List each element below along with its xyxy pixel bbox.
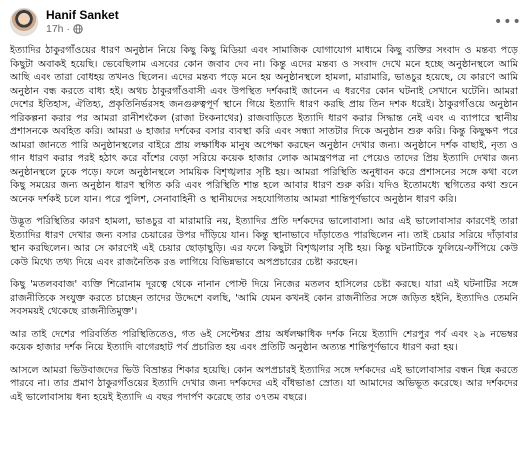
avatar[interactable] [10, 8, 38, 36]
post-paragraph-4: আর তাই দেশের পরিবর্তিত পরিস্থিতিতেও, গত … [10, 328, 518, 354]
facebook-post: Hanif Sanket 17h · ••• ইত্যাদির ঠাকুরগাঁ… [0, 0, 528, 461]
post-paragraph-2: উদ্ভূত পরিস্থিতির কারণ হামলা, ভাঙচুর বা … [10, 216, 518, 268]
time-row: 17h · [46, 23, 119, 35]
meta-separator: · [66, 22, 71, 35]
post-meta: Hanif Sanket 17h · [46, 8, 119, 35]
post-header: Hanif Sanket 17h · ••• [10, 6, 521, 38]
post-paragraph-3: কিছু 'মতলববাজ' ব্যক্তি শিরোনাম দূরত্বে থ… [10, 279, 518, 317]
post-paragraph-1: ইত্যাদির ঠাকুরগাঁওয়ের ধারণ অনুষ্ঠান নিয… [10, 45, 518, 205]
post-paragraph-5: আসলে আমরা ভিউবাজদের ভিউ বিভ্রান্তর শিকার… [10, 364, 518, 403]
globe-icon [73, 24, 83, 34]
post-body: ইত্যাদির ঠাকুরগাঁওয়ের ধারণ অনুষ্ঠান নিয… [10, 44, 518, 404]
more-options-button[interactable]: ••• [494, 14, 521, 30]
author-name[interactable]: Hanif Sanket [46, 8, 119, 23]
post-time[interactable]: 17h [46, 23, 64, 35]
